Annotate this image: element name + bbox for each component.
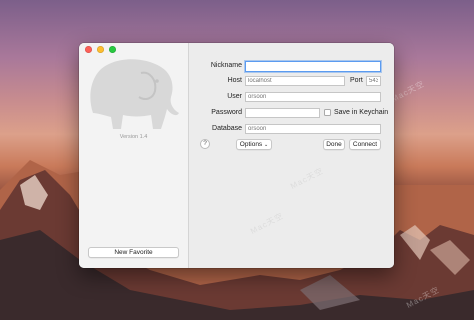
watermark: Mac天空 [249,211,286,236]
keychain-label: Save in Keychain [334,109,389,116]
password-field[interactable] [245,108,320,118]
keychain-checkbox[interactable] [324,109,331,116]
nickname-field[interactable] [245,61,381,72]
new-favorite-button[interactable]: New Favorite [88,247,179,258]
chevron-down-icon: ⌄ [264,142,269,148]
watermark: Mac天空 [289,166,326,191]
nickname-label: Nickname [210,62,242,69]
database-label: Database [212,125,242,132]
host-field[interactable] [245,76,345,86]
options-button[interactable]: Options ⌄ [236,139,272,150]
port-field[interactable] [366,76,381,86]
done-button[interactable]: Done [323,139,345,150]
database-field[interactable] [245,124,381,134]
connection-form: Nickname Host Port User Password Save in… [189,43,394,268]
user-label: User [227,93,242,100]
connect-button[interactable]: Connect [349,139,381,150]
user-field[interactable] [245,92,381,102]
port-label: Port [350,77,363,84]
password-label: Password [211,109,242,116]
elephant-logo-icon [90,59,179,129]
version-label: Version 1.4 [119,134,148,140]
sidebar: Version 1.4 New Favorite [79,43,189,268]
options-label: Options [239,141,263,148]
app-window: Version 1.4 New Favorite Nickname Host P… [79,43,394,268]
host-label: Host [227,77,242,84]
help-button[interactable]: ? [200,139,210,149]
